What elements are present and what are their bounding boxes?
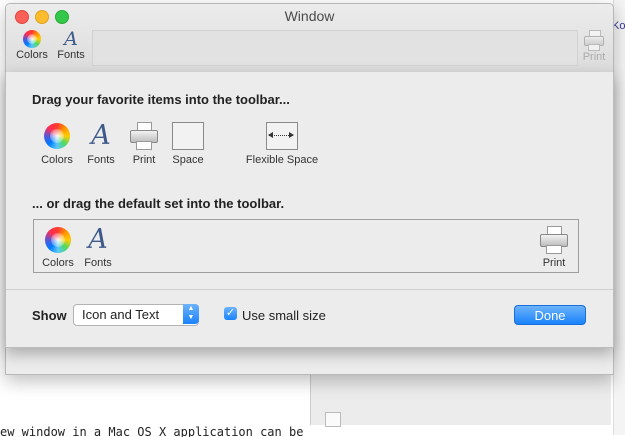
toolbar-colors-label: Colors: [16, 49, 48, 61]
palette-item-colors[interactable]: Colors: [39, 122, 75, 166]
customize-toolbar-sheet: Drag your favorite items into the toolba…: [5, 72, 614, 348]
default-item-label: Fonts: [84, 257, 112, 269]
default-set-heading: ... or drag the default set into the too…: [32, 196, 285, 211]
palette-item-space[interactable]: Space: [168, 122, 208, 166]
chevron-up-down-icon: ▲ ▼: [183, 304, 199, 324]
palette-item-label: Space: [172, 154, 204, 166]
toolbar-colors-button[interactable]: Colors: [14, 30, 50, 61]
font-icon: A: [91, 120, 111, 151]
space-icon: [172, 122, 204, 150]
printer-icon: [540, 226, 568, 254]
window-title: Window: [284, 8, 335, 24]
toolbar-fonts-button[interactable]: A Fonts: [54, 28, 88, 62]
toolbar-print-button[interactable]: Print: [579, 30, 609, 63]
default-item-label: Colors: [42, 257, 74, 269]
palette-heading: Drag your favorite items into the toolba…: [32, 92, 290, 107]
show-select[interactable]: Icon and Text ▲ ▼: [73, 304, 199, 326]
font-icon: A: [64, 28, 78, 50]
toolbar-fonts-label: Fonts: [57, 49, 85, 61]
color-wheel-icon: [44, 123, 70, 149]
toolbar-print-label: Print: [582, 51, 606, 63]
flexible-space-icon: [266, 122, 298, 150]
small-size-checkbox[interactable]: ✓: [224, 307, 237, 320]
palette-item-label: Colors: [41, 154, 73, 166]
done-button[interactable]: Done: [514, 305, 586, 325]
toolbar-drop-area: [92, 30, 578, 66]
background-right-strip: [613, 0, 625, 435]
printer-icon: [130, 122, 158, 150]
show-select-value: Icon and Text: [82, 307, 160, 322]
color-wheel-icon: [23, 30, 41, 48]
palette-item-fonts[interactable]: A Fonts: [85, 120, 117, 167]
palette-item-label: Flexible Space: [245, 154, 319, 166]
default-item-print: Print: [538, 226, 570, 269]
palette-item-flexible-space[interactable]: Flexible Space: [235, 122, 329, 166]
palette-item-label: Fonts: [87, 154, 115, 166]
default-item-label: Print: [542, 257, 566, 269]
palette-item-print[interactable]: Print: [128, 122, 160, 166]
default-item-colors: Colors: [40, 226, 76, 269]
divider: [6, 289, 613, 290]
background-bottom-text: ew window in a Mac OS X application can …: [0, 425, 304, 437]
show-label: Show: [32, 308, 67, 323]
printer-icon: [584, 30, 604, 51]
font-icon: A: [88, 224, 108, 255]
titlebar: Window Colors A Fonts Print: [6, 4, 613, 73]
default-set-strip[interactable]: Colors A Fonts Print: [33, 219, 579, 273]
palette-item-label: Print: [132, 154, 156, 166]
color-wheel-icon: [45, 227, 71, 253]
default-item-fonts: A Fonts: [82, 224, 114, 270]
small-size-label: Use small size: [242, 308, 326, 323]
